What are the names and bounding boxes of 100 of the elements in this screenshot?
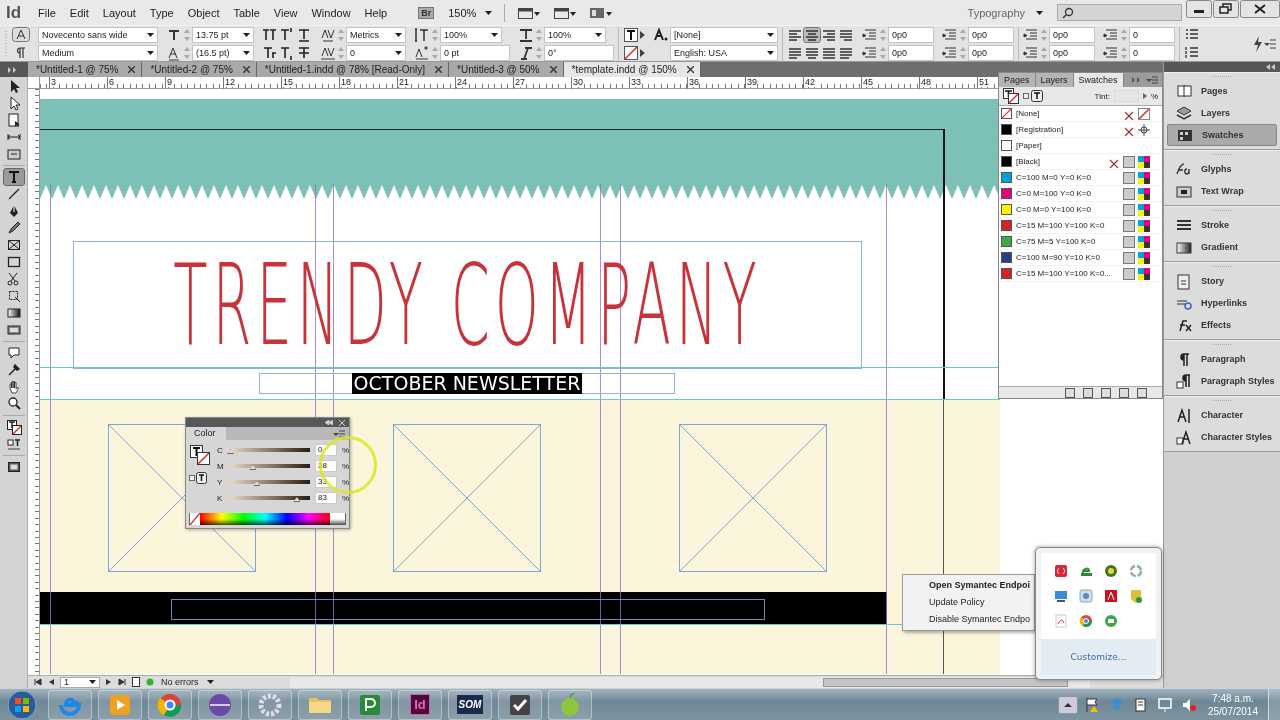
percent-label: % bbox=[342, 477, 350, 487]
ruler-number: 39 bbox=[746, 77, 757, 87]
panel-button[interactable]: Glyphs bbox=[1167, 158, 1277, 180]
swatch-row[interactable]: [Black] bbox=[999, 154, 1162, 170]
channel-label: K bbox=[217, 493, 224, 503]
panel-button[interactable]: Character Styles bbox=[1167, 426, 1277, 448]
menu-item[interactable]: Update Policy bbox=[903, 594, 985, 611]
skew-field[interactable]: 0° bbox=[544, 44, 614, 61]
space-before-field[interactable]: 0p0 bbox=[1049, 26, 1095, 43]
app-logo: Id bbox=[6, 2, 22, 23]
language-dropdown[interactable]: English: USA bbox=[670, 44, 778, 61]
customize-link[interactable]: Customize... bbox=[1041, 639, 1156, 675]
baseline-shift-field[interactable]: 0 pt bbox=[440, 44, 510, 61]
swatch-name: C=75 M=5 Y=100 K=0 bbox=[1016, 237, 1097, 246]
panel-button[interactable]: Hyperlinks bbox=[1167, 292, 1277, 314]
right-indent-field[interactable]: 0p0 bbox=[968, 26, 1014, 43]
ruler-number: 51 bbox=[978, 77, 989, 87]
menu-item[interactable]: Disable Symantec Endpo bbox=[903, 611, 1031, 628]
zoom-dropdown[interactable]: 150% bbox=[448, 6, 493, 19]
swatch-row[interactable]: C=15 M=100 Y=100 K=0... bbox=[999, 266, 1162, 282]
menu-item[interactable]: Help bbox=[357, 6, 395, 19]
swatch-row[interactable]: C=75 M=5 Y=100 K=0 bbox=[999, 234, 1162, 250]
page-number-field[interactable]: 1 bbox=[60, 676, 100, 688]
menu-item[interactable]: View bbox=[266, 6, 305, 19]
drop-cap-characters-field[interactable]: 0 bbox=[1129, 44, 1175, 61]
ruler-number: 42 bbox=[804, 77, 815, 87]
document-tab[interactable]: *Untitled-1 @ 75% bbox=[28, 62, 143, 77]
document-tab[interactable]: *Untitled-3 @ 50% bbox=[449, 62, 564, 77]
panel-button[interactable]: Character bbox=[1167, 404, 1277, 426]
font-style-dropdown[interactable]: Medium bbox=[38, 44, 158, 61]
swatch-name: [Paper] bbox=[1016, 141, 1043, 150]
bridge-button[interactable]: Br bbox=[418, 6, 435, 19]
swatch-name: [None] bbox=[1016, 109, 1041, 118]
menu-item[interactable]: Table bbox=[226, 6, 267, 19]
swatch-name: C=0 M=0 Y=100 K=0 bbox=[1016, 205, 1093, 214]
menu-item[interactable]: Layout bbox=[95, 6, 143, 19]
horizontal-scale-field[interactable]: 100% bbox=[544, 26, 606, 43]
swatch-name: C=100 M=0 Y=0 K=0 bbox=[1016, 173, 1093, 182]
swatch-name: C=15 M=100 Y=100 K=0 bbox=[1016, 221, 1106, 230]
menu-item[interactable]: Object bbox=[180, 6, 227, 19]
swatch-row[interactable]: [Paper] bbox=[999, 138, 1162, 154]
leading-field[interactable]: (16.5 pt) bbox=[192, 44, 254, 61]
space-after-field[interactable]: 0 bbox=[1129, 26, 1175, 43]
swatch-row[interactable]: [None] bbox=[999, 106, 1162, 122]
character-style-dropdown[interactable]: [None] bbox=[670, 26, 778, 43]
swatch-row[interactable]: [Registration] bbox=[999, 122, 1162, 138]
ruler-number: 3 bbox=[50, 77, 56, 87]
value-field[interactable]: 0 bbox=[315, 444, 337, 456]
workspace-dropdown[interactable]: Typography bbox=[967, 6, 1043, 19]
taskbar-button[interactable]: Id bbox=[398, 689, 442, 720]
document-tab[interactable]: *Untitled-2 @ 75% bbox=[142, 62, 257, 77]
percent-label: % bbox=[1150, 91, 1158, 101]
swatch-name: C=100 M=90 Y=10 K=0 bbox=[1016, 253, 1101, 262]
tracking-dropdown[interactable]: 0 bbox=[346, 44, 406, 61]
panel-button[interactable]: Stroke bbox=[1167, 214, 1277, 236]
panel-button[interactable]: Layers bbox=[1167, 102, 1277, 124]
swatch-name: C=15 M=100 Y=100 K=0... bbox=[1016, 269, 1112, 278]
ruler-number: 33 bbox=[630, 77, 641, 87]
document-tab[interactable]: *Untitled-1.indd @ 78% [Read-Only] bbox=[256, 62, 450, 77]
panel-button[interactable]: Swatches bbox=[1167, 124, 1277, 146]
panel-tab[interactable]: Swatches bbox=[1073, 73, 1124, 87]
taskbar-button[interactable]: SOM bbox=[448, 689, 492, 720]
swatch-row[interactable]: C=15 M=100 Y=100 K=0 bbox=[999, 218, 1162, 234]
swatch-row[interactable]: C=100 M=90 Y=10 K=0 bbox=[999, 250, 1162, 266]
panel-button[interactable]: Pages bbox=[1167, 80, 1277, 102]
panel-button[interactable]: Gradient bbox=[1167, 236, 1277, 258]
menu-item[interactable]: File bbox=[31, 6, 63, 19]
kerning-dropdown[interactable]: Metrics bbox=[346, 26, 406, 43]
swatch-name: [Black] bbox=[1016, 157, 1041, 166]
value-field[interactable]: 83 bbox=[315, 492, 337, 504]
panel-button[interactable]: Story bbox=[1167, 270, 1277, 292]
menu-item[interactable]: Window bbox=[304, 6, 358, 19]
panel-button[interactable]: Effects bbox=[1167, 314, 1277, 336]
swatch-row[interactable]: C=100 M=0 Y=0 K=0 bbox=[999, 170, 1162, 186]
channel-label: M bbox=[217, 461, 225, 471]
menu-item[interactable]: Type bbox=[142, 6, 181, 19]
font-family-dropdown[interactable]: Novecento sans wide bbox=[38, 26, 158, 43]
left-indent-field[interactable]: 0p0 bbox=[888, 26, 934, 43]
font-size-field[interactable]: 13.75 pt bbox=[192, 26, 254, 43]
panel-tab[interactable]: Pages bbox=[999, 73, 1036, 87]
panel-tab[interactable]: Color bbox=[186, 427, 226, 440]
ruler-number: 30 bbox=[572, 77, 583, 87]
menu-item[interactable]: Edit bbox=[62, 6, 96, 19]
last-line-indent-field[interactable]: 0p0 bbox=[968, 44, 1014, 61]
swatch-row[interactable]: C=0 M=100 Y=0 K=0 bbox=[999, 186, 1162, 202]
ruler-number: 18 bbox=[340, 77, 351, 87]
drop-cap-lines-field[interactable]: 0p0 bbox=[1049, 44, 1095, 61]
ruler-number: 21 bbox=[398, 77, 409, 87]
ruler-number: 9 bbox=[166, 77, 172, 87]
percent-label: % bbox=[342, 493, 350, 503]
first-line-indent-field[interactable]: 0p0 bbox=[888, 44, 934, 61]
panel-tab[interactable]: Layers bbox=[1035, 73, 1074, 87]
panel-button[interactable]: Paragraph bbox=[1167, 348, 1277, 370]
swatch-row[interactable]: C=0 M=0 Y=100 K=0 bbox=[999, 202, 1162, 218]
ruler-number: 15 bbox=[282, 77, 293, 87]
vertical-scale-field[interactable]: 100% bbox=[440, 26, 502, 43]
panel-button[interactable]: Text Wrap bbox=[1167, 180, 1277, 202]
panel-button[interactable]: Paragraph Styles bbox=[1167, 370, 1277, 392]
menu-item[interactable]: Open Symantec Endpoi bbox=[903, 577, 1031, 594]
document-tab[interactable]: *template.indd @ 150% bbox=[563, 62, 701, 77]
